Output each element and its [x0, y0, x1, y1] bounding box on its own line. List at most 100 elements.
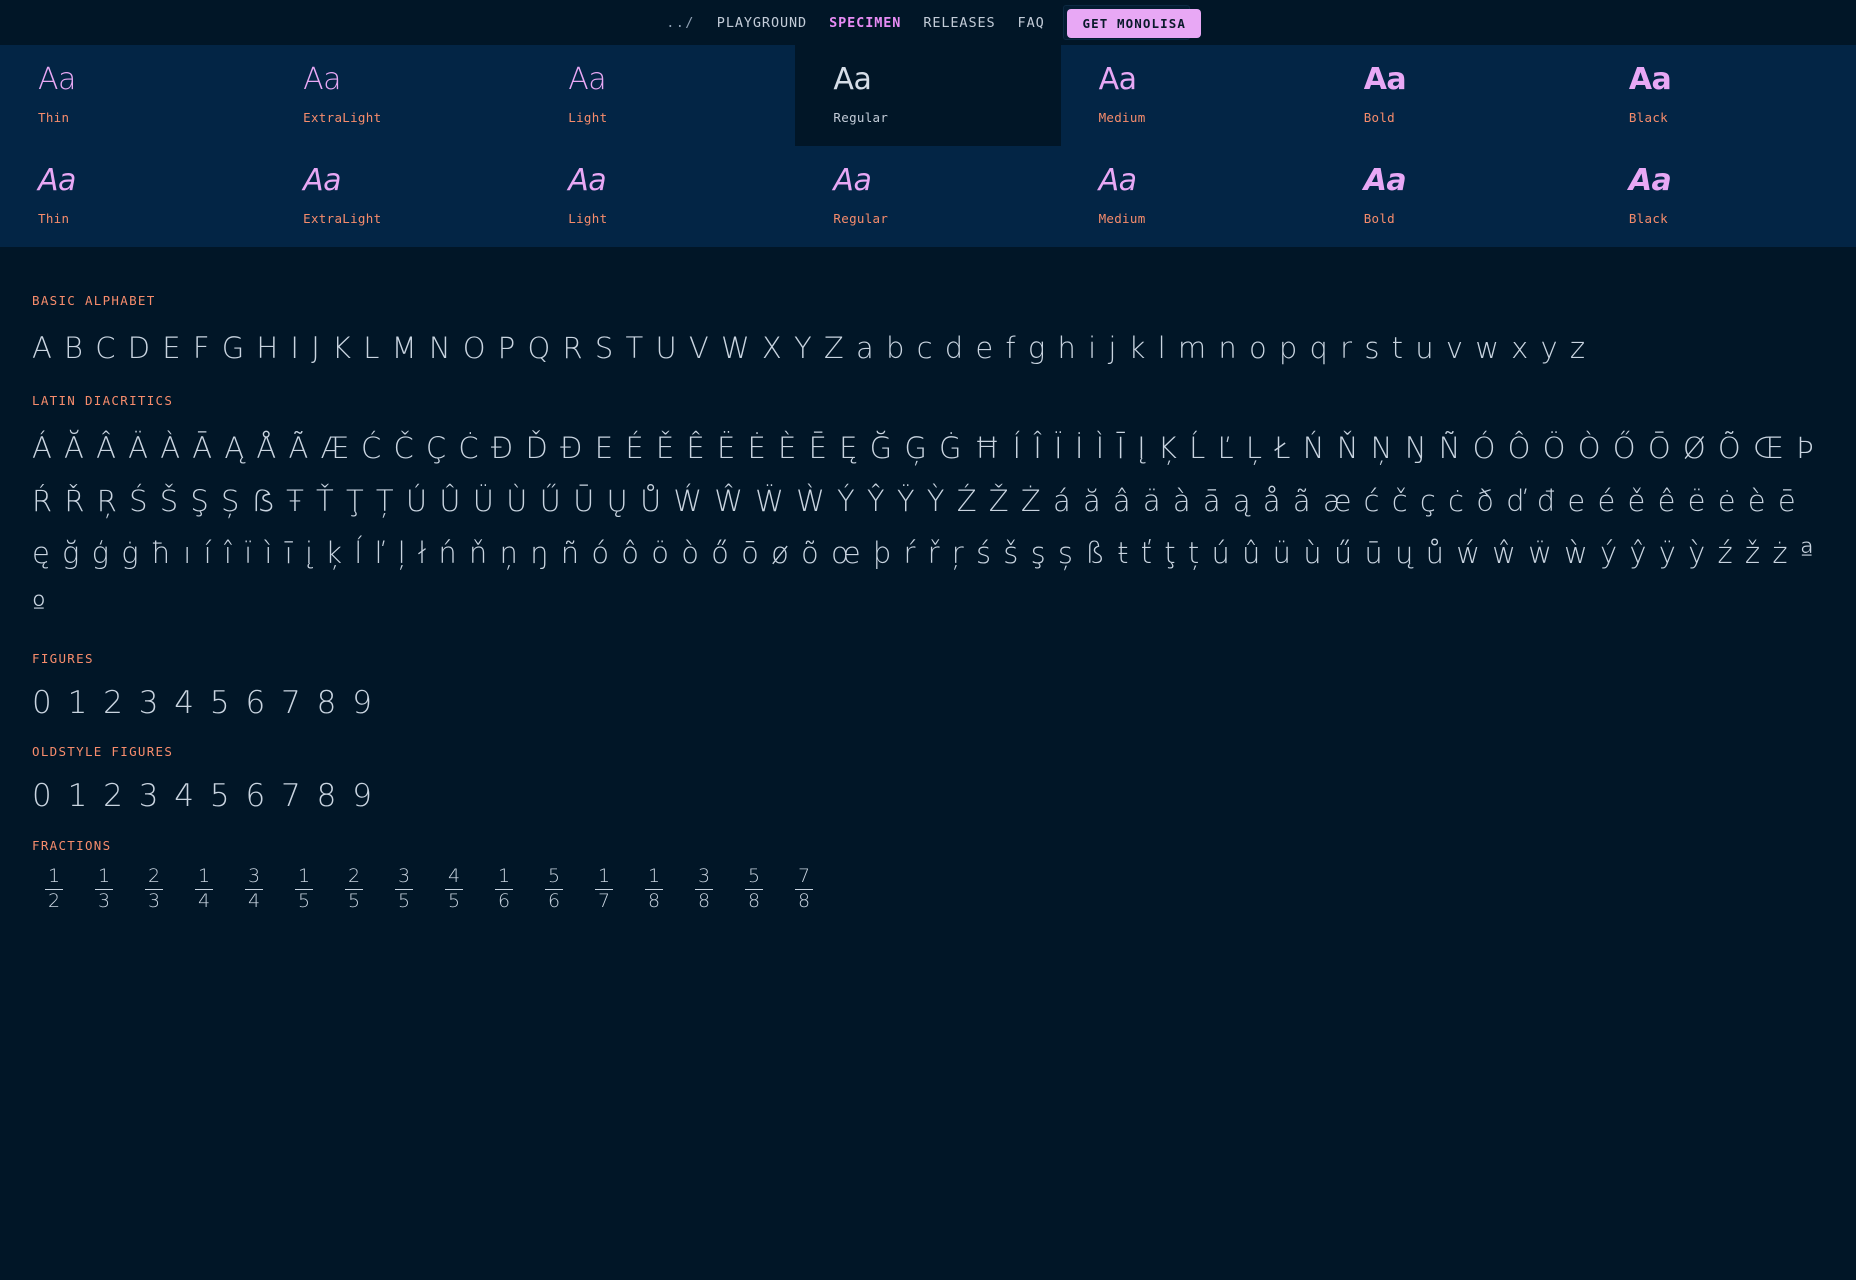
weight-label: ExtraLight: [303, 109, 382, 125]
fraction-numerator: 2: [344, 866, 364, 890]
weight-cell-upright-medium[interactable]: Aa Medium: [1061, 45, 1326, 146]
fraction-denominator: 3: [97, 889, 111, 912]
fraction-denominator: 5: [347, 889, 361, 912]
glyph-row-latin-diacritics: Á Ă Â Ä À Ā Ą Å Ã Æ Ć Č Ç Ċ Ð Ď Đ E É Ě …: [32, 430, 1815, 624]
nav-link-playground[interactable]: PLAYGROUND: [717, 15, 807, 31]
fraction-numerator: 3: [694, 866, 714, 890]
weight-label: Regular: [833, 109, 889, 125]
section-basic-alphabet: BASIC ALPHABET A B C D E F G H I J K L M…: [32, 293, 1824, 375]
fraction-numerator: 2: [144, 866, 164, 890]
nav-link-specimen[interactable]: SPECIMEN: [829, 15, 901, 31]
weight-label: Black: [1628, 210, 1668, 226]
weight-cell-upright-regular[interactable]: Aa Regular: [795, 45, 1061, 146]
fraction-numerator: 3: [394, 866, 414, 890]
fraction-denominator: 8: [697, 889, 711, 912]
weight-specimen-grid: Aa Thin Aa ExtraLight Aa Light Aa Regular Aa Medi…: [0, 45, 1856, 247]
top-navigation-bar: ../PLAYGROUNDSPECIMENRELEASESFAQ Night O…: [0, 0, 1856, 45]
fraction-denominator: 8: [797, 889, 811, 912]
weight-cell-italic-black[interactable]: Aa Black: [1591, 146, 1856, 247]
section-title-fractions: FRACTIONS: [32, 837, 112, 853]
fraction-numerator: 1: [294, 866, 314, 890]
fraction-numerator: 7: [794, 866, 814, 890]
weight-label: Thin: [38, 210, 70, 226]
nav-link-releases[interactable]: RELEASES: [923, 15, 995, 31]
fraction-glyph: 45: [436, 866, 472, 912]
weight-cell-italic-medium[interactable]: Aa Medium: [1061, 146, 1326, 247]
weight-sample-text: Aa: [303, 163, 342, 198]
fraction-denominator: 3: [147, 889, 161, 912]
specimen-content: BASIC ALPHABET A B C D E F G H I J K L M…: [0, 247, 1856, 912]
fraction-denominator: 4: [197, 889, 211, 912]
fraction-glyph: 14: [186, 866, 222, 912]
fraction-glyph: 34: [236, 866, 272, 912]
weight-cell-italic-bold[interactable]: Aa Bold: [1326, 146, 1591, 247]
fraction-numerator: 1: [494, 866, 514, 890]
fraction-numerator: 1: [194, 866, 214, 890]
weight-cell-italic-extralight[interactable]: Aa ExtraLight: [265, 146, 530, 247]
fraction-glyph: 13: [86, 866, 122, 912]
weight-sample-text: Aa: [38, 163, 76, 198]
fraction-glyph: 15: [286, 866, 322, 912]
fraction-glyph: 35: [386, 866, 422, 912]
weight-sample-text: Aa: [303, 62, 342, 97]
fraction-glyph: 17: [586, 866, 622, 912]
weight-sample-text: Aa: [833, 62, 872, 97]
fraction-glyph: 58: [736, 866, 772, 912]
fraction-denominator: 6: [497, 889, 511, 912]
weight-sample-text: Aa: [1628, 163, 1672, 198]
weight-label: ExtraLight: [303, 210, 382, 226]
weight-label: Medium: [1098, 210, 1146, 226]
fraction-denominator: 2: [47, 889, 61, 912]
fraction-denominator: 4: [247, 889, 261, 912]
weight-sample-text: Aa: [38, 62, 76, 97]
section-title-oldstyle-figures: OLDSTYLE FIGURES: [32, 744, 174, 760]
fraction-numerator: 5: [544, 866, 564, 890]
weight-cell-upright-extralight[interactable]: Aa ExtraLight: [265, 45, 530, 146]
weight-cell-upright-light[interactable]: Aa Light: [530, 45, 795, 146]
weight-label: Bold: [1363, 109, 1396, 125]
fraction-denominator: 6: [547, 889, 561, 912]
section-oldstyle-figures: OLDSTYLE FIGURES 0 1 2 3 4 5 6 7 8 9: [32, 744, 1824, 820]
fraction-numerator: 1: [94, 866, 114, 890]
fraction-numerator: 1: [44, 866, 64, 890]
section-title-latin-diacritics: LATIN DIACRITICS: [32, 392, 174, 408]
weight-label: Regular: [833, 210, 889, 226]
weight-cell-italic-thin[interactable]: Aa Thin: [0, 146, 265, 247]
fraction-numerator: 1: [594, 866, 614, 890]
section-title-basic-alphabet: BASIC ALPHABET: [32, 293, 156, 308]
section-figures: FIGURES 0 1 2 3 4 5 6 7 8 9: [32, 651, 1824, 727]
fraction-denominator: 7: [597, 889, 611, 912]
fraction-glyph: 56: [536, 866, 572, 912]
fraction-glyph: 78: [786, 866, 822, 912]
fraction-glyph: 23: [136, 866, 172, 912]
weight-label: Medium: [1098, 109, 1146, 125]
section-fractions: FRACTIONS 121323143415253545165617183858…: [32, 838, 1824, 912]
section-latin-diacritics: LATIN DIACRITICS Á Ă Â Ä À Ā Ą Å Ã Æ Ć Č…: [32, 393, 1824, 633]
weight-sample-text: Aa: [1363, 163, 1407, 198]
fraction-numerator: 5: [744, 866, 764, 890]
weight-label: Bold: [1363, 210, 1396, 226]
weight-cell-italic-regular[interactable]: Aa Regular: [795, 146, 1060, 247]
get-monolisa-button[interactable]: GET MONOLISA: [1067, 9, 1201, 38]
weight-cell-upright-black[interactable]: Aa Black: [1591, 45, 1856, 146]
weight-label: Black: [1628, 109, 1668, 125]
weight-cell-upright-thin[interactable]: Aa Thin: [0, 45, 265, 146]
weight-label: Light: [568, 109, 608, 125]
nav-link-faq[interactable]: FAQ: [1018, 15, 1045, 31]
fraction-denominator: 8: [647, 889, 661, 912]
section-title-figures: FIGURES: [32, 650, 94, 666]
weight-label: Light: [568, 210, 608, 226]
fraction-glyph: 38: [686, 866, 722, 912]
weight-cell-upright-bold[interactable]: Aa Bold: [1326, 45, 1591, 146]
nav-link-parent[interactable]: ../: [666, 15, 695, 31]
weight-sample-text: Aa: [1628, 62, 1672, 97]
weight-sample-text: Aa: [1098, 163, 1137, 198]
weight-sample-text: Aa: [568, 62, 607, 97]
glyph-row-basic-alphabet: A B C D E F G H I J K L M N O P Q R S T …: [32, 331, 1586, 365]
fraction-glyph: 16: [486, 866, 522, 912]
glyph-row-figures: 0 1 2 3 4 5 6 7 8 9: [32, 684, 374, 721]
weight-cell-italic-light[interactable]: Aa Light: [530, 146, 795, 247]
fraction-denominator: 8: [747, 889, 761, 912]
glyph-row-oldstyle-figures: 0 1 2 3 4 5 6 7 8 9: [32, 778, 374, 815]
fraction-glyph: 12: [36, 866, 72, 912]
